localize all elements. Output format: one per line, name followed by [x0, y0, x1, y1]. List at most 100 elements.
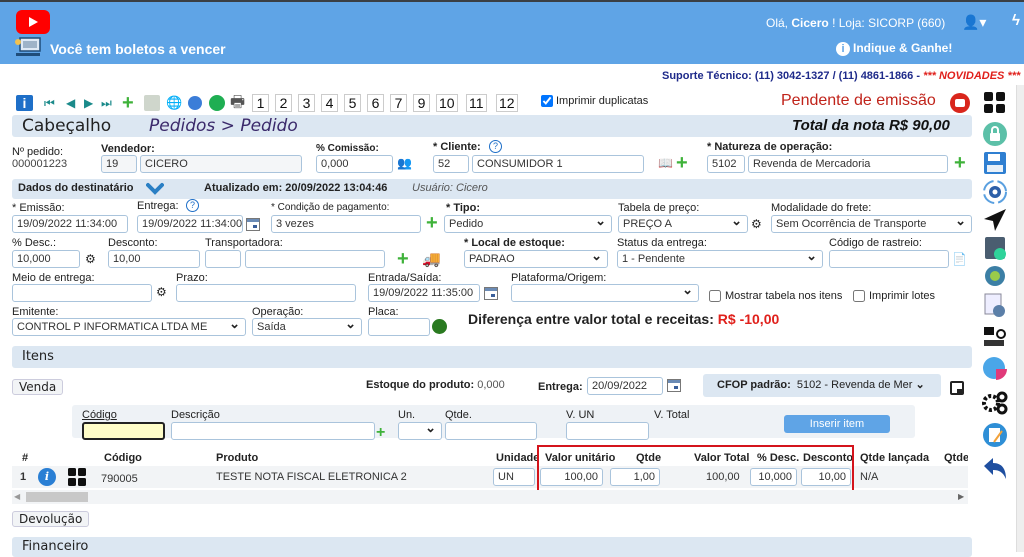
page-scrollbar[interactable]: [1016, 85, 1024, 552]
add-cliente-icon[interactable]: +: [676, 153, 688, 173]
vendedor-name-field[interactable]: CICERO: [140, 155, 302, 173]
mostrar-tabela-option[interactable]: Mostrar tabela nos itens: [709, 290, 842, 303]
page-button[interactable]: 1: [252, 94, 269, 112]
prazo-field[interactable]: [176, 284, 356, 302]
add-product-icon[interactable]: +: [376, 424, 385, 442]
imprimir-lotes-option[interactable]: Imprimir lotes: [853, 290, 935, 303]
page-button[interactable]: 6: [367, 94, 384, 112]
cliente-code-field[interactable]: 52: [433, 155, 469, 173]
inserir-item-button[interactable]: Inserir item: [784, 415, 890, 433]
novidades-link[interactable]: *** NOVIDADES ***: [923, 70, 1020, 82]
gear-ecommerce-icon[interactable]: [982, 263, 1008, 289]
imprimir-duplicatas-option[interactable]: Imprimir duplicatas: [541, 95, 648, 108]
scroll-left-icon[interactable]: ◀: [14, 492, 20, 501]
transportadora-code-field[interactable]: [205, 250, 241, 268]
next-record-icon[interactable]: ▶: [84, 95, 93, 111]
calculator-icon[interactable]: [982, 235, 1008, 261]
emissao-field[interactable]: 19/09/2022 11:34:00: [12, 215, 128, 233]
entrega-item-field[interactable]: 20/09/2022: [587, 377, 663, 395]
desc-pct-field[interactable]: 10,000: [12, 250, 80, 268]
descricao-field[interactable]: [171, 422, 375, 440]
tipo-select[interactable]: Pedido: [444, 215, 612, 233]
settings-gears-icon[interactable]: [982, 389, 1008, 415]
indique-ganhe-link[interactable]: i Indique & Ganhe!: [836, 41, 952, 56]
mostrar-tabela-checkbox[interactable]: [709, 290, 721, 303]
last-record-icon[interactable]: ⏭: [101, 95, 112, 111]
item-info-icon[interactable]: i: [38, 468, 56, 486]
venda-button[interactable]: Venda: [12, 379, 64, 395]
user-menu-icon[interactable]: 👤▾: [962, 14, 986, 31]
rastreio-field[interactable]: [829, 250, 949, 268]
cliente-name-field[interactable]: CONSUMIDOR 1: [472, 155, 644, 173]
emitente-select[interactable]: CONTROL P INFORMATICA LTDA ME: [12, 318, 246, 336]
page-button[interactable]: 2: [275, 94, 292, 112]
page-button[interactable]: 9: [413, 94, 430, 112]
page-button[interactable]: 11: [466, 94, 487, 112]
status-entrega-select[interactable]: 1 - Pendente: [617, 250, 823, 268]
previous-record-icon[interactable]: ◀: [66, 95, 75, 111]
tabela-select[interactable]: PREÇO A: [618, 215, 748, 233]
codigo-field[interactable]: [82, 422, 165, 440]
status-video-icon[interactable]: [950, 93, 970, 113]
frete-select[interactable]: Sem Ocorrência de Transporte: [771, 215, 972, 233]
tracking-icon[interactable]: 📄: [952, 252, 967, 266]
boletos-alert[interactable]: Você tem boletos a vencer: [50, 41, 226, 57]
whatsapp-icon[interactable]: [209, 95, 225, 111]
vendedor-code-field[interactable]: 19: [101, 155, 137, 173]
transportadora-name-field[interactable]: [245, 250, 385, 268]
page-button[interactable]: 5: [344, 94, 361, 112]
calendar-icon[interactable]: [667, 379, 681, 392]
lock-icon[interactable]: [982, 121, 1008, 147]
item-unidade-field[interactable]: UN: [493, 468, 535, 486]
operacao-select[interactable]: Saída: [252, 318, 362, 336]
apps-grid-icon[interactable]: [982, 90, 1008, 116]
barcode-settings-icon[interactable]: [982, 324, 1008, 350]
gear-coins-icon[interactable]: ⚙: [156, 285, 167, 299]
condicao-field[interactable]: 3 vezes: [271, 215, 421, 233]
page-button[interactable]: 7: [390, 94, 407, 112]
scroll-thumb[interactable]: [26, 492, 88, 502]
gear-coins-icon[interactable]: ⚙: [751, 217, 762, 231]
add-natureza-icon[interactable]: +: [954, 153, 966, 173]
add-transportadora-icon[interactable]: +: [397, 249, 409, 269]
page-button[interactable]: 12: [496, 94, 518, 112]
address-book-icon[interactable]: 📖: [658, 156, 673, 170]
web-export-icon[interactable]: 🌐: [166, 95, 182, 111]
local-estoque-select[interactable]: PADRAO: [464, 250, 608, 268]
copy-icon[interactable]: [144, 95, 160, 111]
bolt-icon[interactable]: ϟ: [1012, 12, 1020, 29]
qtde-field[interactable]: [445, 422, 537, 440]
gear-coins-icon[interactable]: ⚙: [85, 252, 96, 266]
imprimir-duplicatas-checkbox[interactable]: [541, 95, 553, 108]
first-record-icon[interactable]: ⏮: [44, 95, 55, 111]
page-button[interactable]: 3: [298, 94, 315, 112]
help-icon[interactable]: ?: [489, 140, 502, 153]
save-icon[interactable]: [982, 150, 1008, 176]
meio-entrega-field[interactable]: [12, 284, 152, 302]
pie-chart-icon[interactable]: [982, 355, 1008, 381]
edit-document-icon[interactable]: [982, 422, 1008, 448]
entrada-saida-field[interactable]: 19/09/2022 11:35:00: [368, 284, 480, 302]
cfop-select[interactable]: 5102 - Revenda de Mer: [797, 379, 913, 391]
table-scrollbar[interactable]: [12, 490, 968, 504]
vun-field[interactable]: [566, 422, 649, 440]
people-icon[interactable]: 👥: [397, 156, 412, 170]
back-icon[interactable]: [982, 455, 1008, 481]
send-icon[interactable]: [982, 207, 1008, 233]
print-icon[interactable]: 🖶: [230, 95, 245, 111]
item-menu-grid-icon[interactable]: [67, 467, 87, 487]
desconto-field[interactable]: 10,00: [108, 250, 200, 268]
entrega-field[interactable]: 19/09/2022 11:34:00: [137, 215, 243, 233]
devolucao-button[interactable]: Devolução: [12, 511, 90, 527]
calendar-icon[interactable]: [246, 218, 260, 231]
calendar-icon[interactable]: [484, 287, 498, 300]
danfe-icon[interactable]: [982, 292, 1008, 318]
email-icon[interactable]: [188, 96, 202, 110]
un-select[interactable]: [398, 422, 442, 440]
truck-icon[interactable]: 🚚: [422, 250, 441, 268]
add-icon[interactable]: +: [122, 93, 134, 113]
chevron-down-icon[interactable]: [146, 181, 164, 195]
boleto-monitor-icon[interactable]: [14, 36, 42, 58]
sync-settings-icon[interactable]: [982, 179, 1008, 205]
page-button[interactable]: 4: [321, 94, 338, 112]
